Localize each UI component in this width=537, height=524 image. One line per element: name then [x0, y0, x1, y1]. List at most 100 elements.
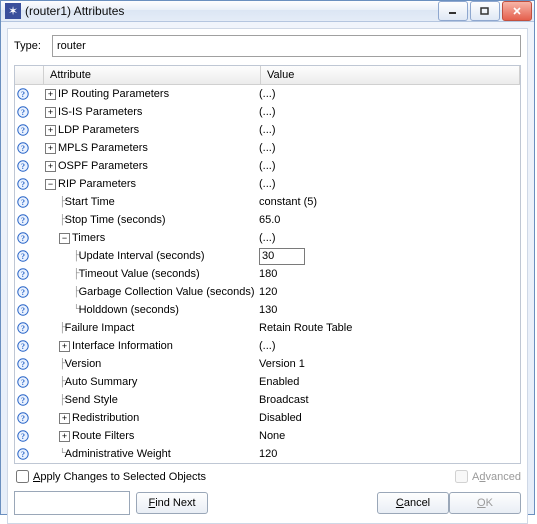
row-attribute[interactable]: +OSPF Parameters [45, 160, 255, 172]
table-row[interactable]: ? +LDP Parameters(...) [15, 121, 520, 139]
value-edit-input[interactable] [259, 248, 305, 265]
row-attribute[interactable]: +IP Routing Parameters [45, 88, 255, 100]
table-row[interactable]: ? ├ Stop Time (seconds)65.0 [15, 211, 520, 229]
table-row[interactable]: ? ├ Timeout Value (seconds)180 [15, 265, 520, 283]
table-row[interactable]: ? +IS-IS Parameters(...) [15, 103, 520, 121]
close-button[interactable] [502, 1, 532, 21]
row-value[interactable]: (...) [255, 232, 520, 244]
expand-icon[interactable]: + [45, 161, 56, 172]
row-attribute[interactable]: +Interface Information [45, 340, 255, 352]
row-value[interactable]: None [255, 430, 520, 442]
row-attribute[interactable]: └ Administrative Weight [45, 448, 255, 460]
table-row[interactable]: ? +Interface Information(...) [15, 337, 520, 355]
row-attribute[interactable]: ├ Garbage Collection Value (seconds) [45, 286, 255, 298]
table-row[interactable]: ? ├ Send StyleBroadcast [15, 391, 520, 409]
table-row[interactable]: ?├ Garbage Collection Value (seconds)120 [15, 283, 520, 301]
row-value[interactable]: (...) [255, 178, 520, 190]
expand-icon[interactable]: + [45, 143, 56, 154]
table-row[interactable]: ? ├ VersionVersion 1 [15, 355, 520, 373]
row-attribute[interactable]: ├ Version [45, 358, 255, 370]
help-icon[interactable]: ? [17, 340, 29, 352]
row-attribute[interactable]: ├ Send Style [45, 394, 255, 406]
help-icon[interactable]: ? [17, 376, 29, 388]
help-icon[interactable]: ? [17, 412, 29, 424]
table-row[interactable]: ?+RedistributionDisabled [15, 409, 520, 427]
expand-icon[interactable]: + [59, 413, 70, 424]
row-attribute[interactable]: ├ Start Time [45, 196, 255, 208]
collapse-icon[interactable]: − [45, 179, 56, 190]
row-attribute[interactable]: ├ Auto Summary [45, 376, 255, 388]
header-attribute[interactable]: Attribute [44, 66, 261, 84]
help-icon[interactable]: ? [17, 268, 29, 280]
collapse-icon[interactable]: − [59, 233, 70, 244]
row-value[interactable]: 130 [255, 304, 520, 316]
help-icon[interactable]: ? [17, 88, 29, 100]
row-attribute[interactable]: +IS-IS Parameters [45, 106, 255, 118]
table-row[interactable]: ? ├ Auto SummaryEnabled [15, 373, 520, 391]
maximize-button[interactable] [470, 1, 500, 21]
help-icon[interactable]: ? [17, 160, 29, 172]
row-value[interactable]: (...) [255, 160, 520, 172]
table-row[interactable]: ? ├ Update Interval (seconds) [15, 247, 520, 265]
row-attribute[interactable]: +Route Filters [45, 430, 255, 442]
row-attribute[interactable]: +Redistribution [45, 412, 255, 424]
table-row[interactable]: ? −RIP Parameters(...) [15, 175, 520, 193]
row-value[interactable]: Enabled [255, 376, 520, 388]
table-row[interactable]: ? └ Administrative Weight120 [15, 445, 520, 463]
help-icon[interactable]: ? [17, 304, 29, 316]
row-attribute[interactable]: +LDP Parameters [45, 124, 255, 136]
row-value[interactable]: Broadcast [255, 394, 520, 406]
find-input[interactable] [14, 491, 130, 515]
row-attribute[interactable]: ├ Stop Time (seconds) [45, 214, 255, 226]
row-attribute[interactable]: ├ Timeout Value (seconds) [45, 268, 255, 280]
expand-icon[interactable]: + [45, 89, 56, 100]
expand-icon[interactable]: + [45, 125, 56, 136]
row-attribute[interactable]: −Timers [45, 232, 255, 244]
row-attribute[interactable]: ├ Failure Impact [45, 322, 255, 334]
help-icon[interactable]: ? [17, 124, 29, 136]
table-row[interactable]: ? +OSPF Parameters(...) [15, 157, 520, 175]
row-value[interactable]: constant (5) [255, 196, 520, 208]
row-value[interactable]: (...) [255, 340, 520, 352]
expand-icon[interactable]: + [45, 107, 56, 118]
row-value[interactable]: (...) [255, 88, 520, 100]
find-next-button[interactable]: Find Next [136, 492, 208, 514]
help-icon[interactable]: ? [17, 448, 29, 460]
table-body[interactable]: ?+IP Routing Parameters(...)?+IS-IS Para… [15, 85, 520, 463]
row-attribute[interactable]: ├ Update Interval (seconds) [45, 250, 255, 262]
row-value[interactable]: 180 [255, 268, 520, 280]
help-icon[interactable]: ? [17, 142, 29, 154]
row-attribute[interactable]: +MPLS Parameters [45, 142, 255, 154]
table-row[interactable]: ? └ Holddown (seconds)130 [15, 301, 520, 319]
row-value[interactable]: Retain Route Table [255, 322, 520, 334]
help-icon[interactable]: ? [17, 178, 29, 190]
row-value[interactable]: 120 [255, 448, 520, 460]
row-value[interactable] [255, 248, 520, 265]
help-icon[interactable]: ? [17, 322, 29, 334]
row-value[interactable]: Version 1 [255, 358, 520, 370]
row-value[interactable]: 120 [255, 286, 520, 298]
row-attribute[interactable]: −RIP Parameters [45, 178, 255, 190]
help-icon[interactable]: ? [17, 358, 29, 370]
table-row[interactable]: ? ├ Failure ImpactRetain Route Table [15, 319, 520, 337]
table-row[interactable]: ? +IP Routing Parameters(...) [15, 85, 520, 103]
minimize-button[interactable] [438, 1, 468, 21]
row-value[interactable]: (...) [255, 106, 520, 118]
row-value[interactable]: (...) [255, 124, 520, 136]
help-icon[interactable]: ? [17, 250, 29, 262]
help-icon[interactable]: ? [17, 394, 29, 406]
expand-icon[interactable]: + [59, 431, 70, 442]
table-row[interactable]: ?−Timers(...) [15, 229, 520, 247]
apply-changes-checkbox[interactable] [16, 470, 29, 483]
help-icon[interactable]: ? [17, 214, 29, 226]
cancel-button[interactable]: Cancel [377, 492, 449, 514]
help-icon[interactable]: ? [17, 196, 29, 208]
help-icon[interactable]: ? [17, 430, 29, 442]
row-value[interactable]: 65.0 [255, 214, 520, 226]
header-value[interactable]: Value [261, 66, 520, 84]
row-attribute[interactable]: └ Holddown (seconds) [45, 304, 255, 316]
table-row[interactable]: ? ├ Start Timeconstant (5) [15, 193, 520, 211]
table-row[interactable]: ? +Route FiltersNone [15, 427, 520, 445]
expand-icon[interactable]: + [59, 341, 70, 352]
help-icon[interactable]: ? [17, 106, 29, 118]
